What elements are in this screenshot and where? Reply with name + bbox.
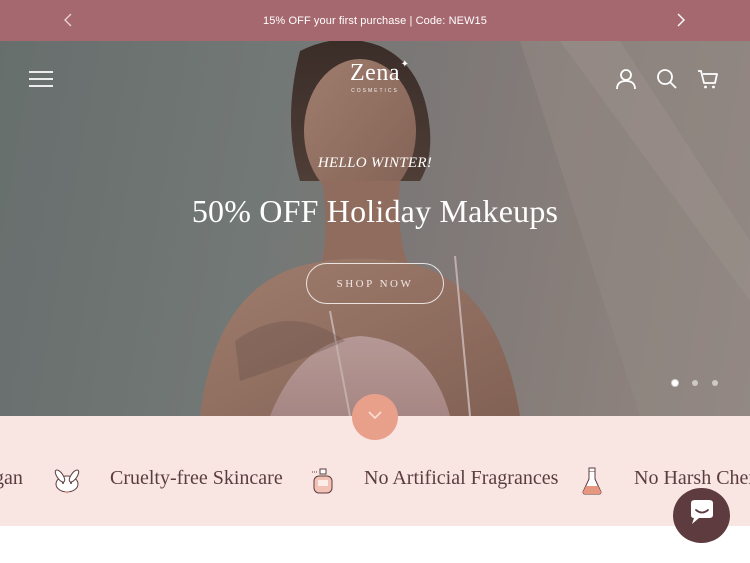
hamburger-menu-icon[interactable] [29, 69, 53, 89]
bunny-icon [52, 466, 82, 496]
announcement-text: 15% OFF your first purchase | Code: NEW1… [263, 14, 487, 27]
slider-dots [672, 380, 718, 388]
feature-vegan-label: gan [0, 467, 23, 489]
feature-cruelty-free-label: Cruelty-free Skincare [110, 467, 283, 489]
slider-dot-1[interactable] [672, 380, 678, 386]
hero-banner: Zena COSMETICS ✦ HELLO WINTER! 50% OFF H… [0, 41, 750, 416]
chat-bubble-icon [687, 499, 717, 532]
hero-kicker: HELLO WINTER! [317, 155, 433, 171]
chat-button[interactable] [673, 488, 730, 543]
chevron-right-icon[interactable] [673, 11, 689, 29]
feature-no-fragrances-label: No Artificial Fragrances [364, 467, 559, 489]
search-icon[interactable] [656, 68, 678, 90]
account-icon[interactable] [615, 68, 637, 90]
hero-title: 50% OFF Holiday Makeups [191, 193, 559, 229]
scroll-down-button[interactable] [352, 394, 398, 440]
chevron-left-icon[interactable] [60, 11, 76, 29]
shop-now-button[interactable]: SHOP NOW [306, 263, 444, 304]
slider-dot-2[interactable] [692, 380, 698, 386]
perfume-bottle-icon [308, 466, 338, 496]
chevron-down-icon [366, 408, 384, 426]
feature-no-harsh-chemicals-label: No Harsh Chem [634, 467, 750, 489]
site-header: Zena COSMETICS ✦ [0, 41, 750, 119]
brand-logo[interactable]: Zena COSMETICS ✦ [335, 59, 415, 101]
sparkle-icon: ✦ [400, 59, 409, 70]
announcement-bar: 15% OFF your first purchase | Code: NEW1… [0, 0, 750, 41]
flask-icon [577, 466, 607, 496]
slider-dot-3[interactable] [712, 380, 718, 386]
logo-subtitle: COSMETICS [351, 88, 399, 94]
cart-icon[interactable] [697, 68, 719, 90]
